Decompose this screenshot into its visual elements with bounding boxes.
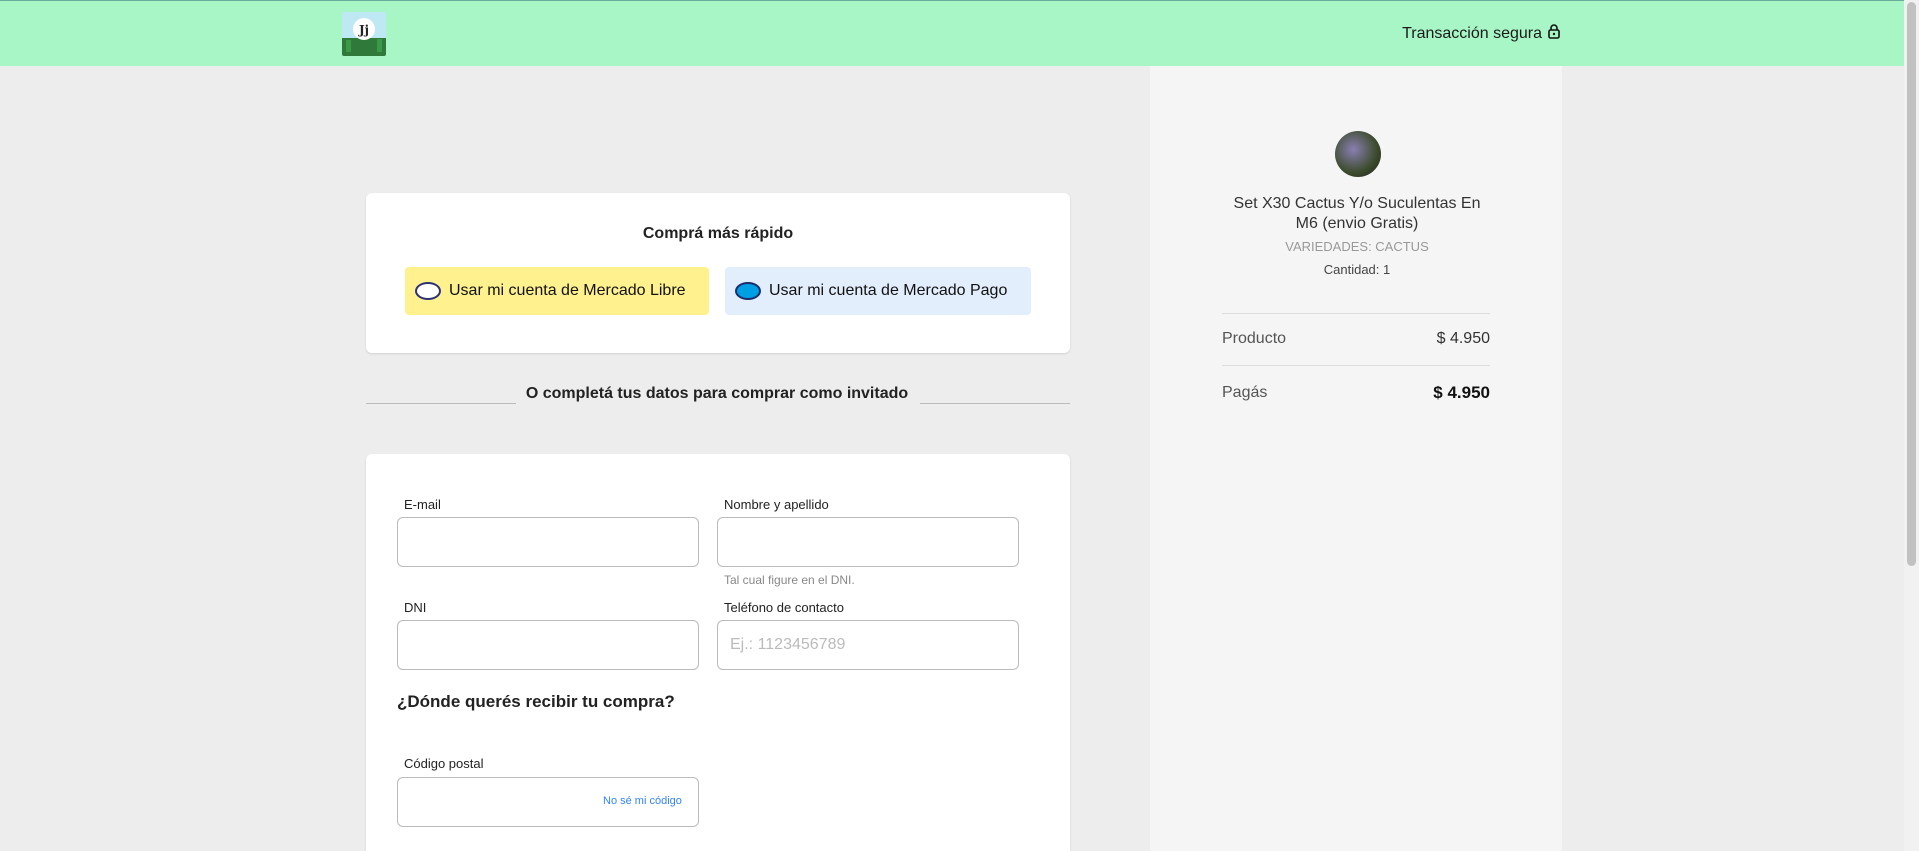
phone-label: Teléfono de contacto [724,600,844,615]
product-price: $ 4.950 [1436,330,1490,347]
mp-button-label: Usar mi cuenta de Mercado Pago [769,282,1008,299]
product-variant: VARIEDADES: CACTUS [1285,239,1429,254]
dni-field[interactable] [397,620,699,670]
product-quantity: Cantidad: 1 [1323,262,1391,277]
fast-buy-title: Comprá más rápido [642,225,794,242]
secure-label: Transacción segura [1402,25,1542,42]
guest-divider-text: O completá tus datos para comprar como i… [525,385,909,402]
ml-button-label: Usar mi cuenta de Mercado Libre [449,282,686,299]
divider-line-left [366,403,516,404]
email-field[interactable] [397,517,699,567]
name-field[interactable] [717,517,1019,567]
name-label: Nombre y apellido [724,497,829,512]
postal-code-label: Código postal [404,756,484,771]
mercado-libre-login-button[interactable]: Usar mi cuenta de Mercado Libre [405,267,709,315]
mercado-libre-handshake-icon [415,282,441,300]
summary-divider [1222,313,1490,314]
product-title: Set X30 Cactus Y/o Suculentas En M6 (env… [1233,195,1481,232]
phone-field[interactable] [717,620,1019,670]
mercado-pago-handshake-icon [735,282,761,300]
mercado-pago-login-button[interactable]: Usar mi cuenta de Mercado Pago [725,267,1031,315]
total-label: Pagás [1222,384,1268,401]
guest-form-card: E-mail Nombre y apellido Tal cual figure… [366,454,1070,851]
order-summary: Set X30 Cactus Y/o Suculentas En M6 (env… [1150,66,1562,851]
summary-divider [1222,365,1490,366]
unknown-postal-code-link[interactable]: No sé mi código [603,795,682,807]
product-thumbnail [1335,131,1381,177]
name-hint: Tal cual figure en el DNI. [724,573,855,587]
lock-icon [1548,24,1560,44]
email-label: E-mail [404,497,441,512]
scrollbar-thumb[interactable] [1907,2,1916,566]
guest-divider: O completá tus datos para comprar como i… [366,383,1070,427]
divider-line-right [920,403,1070,404]
dni-label: DNI [404,600,427,615]
page-scrollbar[interactable] [1904,0,1919,851]
svg-text:Jj: Jj [358,23,369,37]
secure-transaction: Transacción segura [1402,24,1560,44]
store-logo[interactable]: Jj [342,12,386,56]
total-price: $ 4.950 [1433,383,1490,402]
fast-buy-card: Comprá más rápido Usar mi cuenta de Merc… [366,193,1070,353]
header: Jj Transacción segura [0,0,1904,66]
delivery-title: ¿Dónde querés recibir tu compra? [397,692,675,711]
product-label: Producto [1222,330,1287,347]
